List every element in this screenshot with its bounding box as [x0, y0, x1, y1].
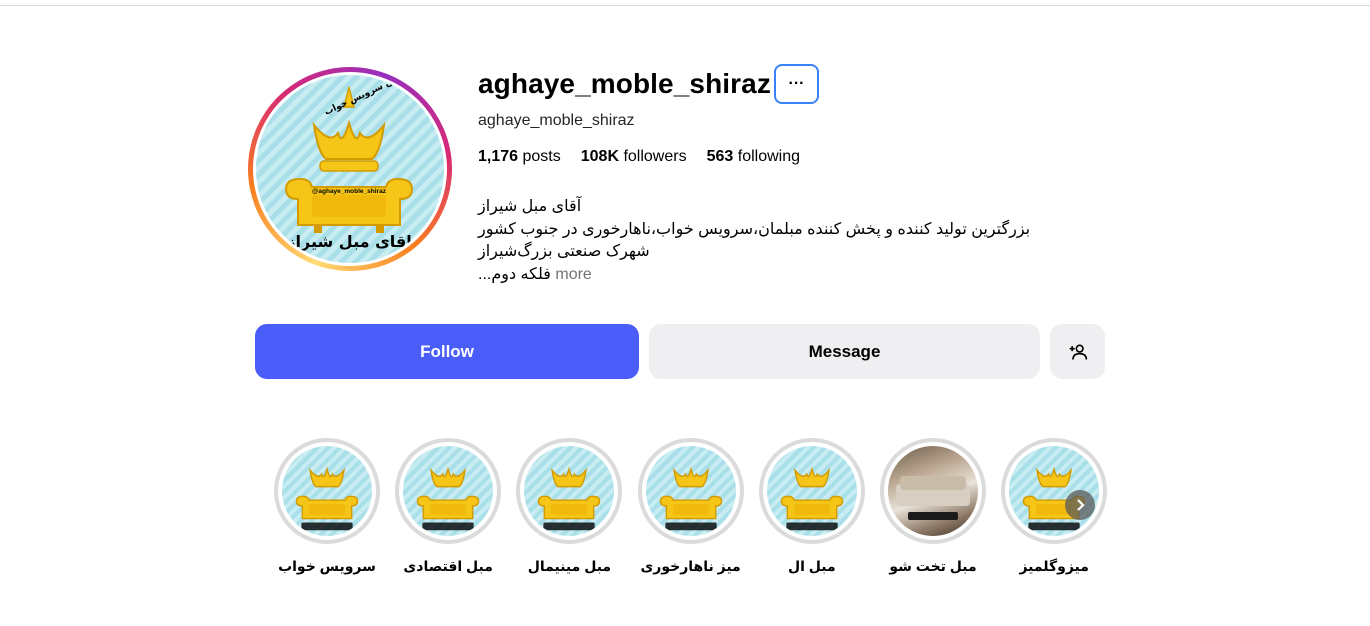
profile-avatar[interactable]: @aghaye_moble_shiraz انواع مبلمان سرویس …	[248, 67, 452, 271]
profile-username: aghaye_moble_shiraz	[478, 68, 771, 99]
bio-line-last: فلکه دوم... more	[478, 265, 592, 283]
highlight-ring	[758, 438, 865, 544]
bio-line: شهرک صنعتی بزرگ‌شیراز	[478, 243, 650, 260]
highlight-logo	[282, 446, 372, 536]
highlight-ring	[880, 438, 986, 544]
highlights-next-button[interactable]	[1065, 490, 1095, 520]
highlight-ring	[1001, 438, 1108, 544]
posts-stat[interactable]: 1,176 posts	[478, 148, 561, 166]
top-divider	[0, 5, 1370, 6]
highlight-item[interactable]: مبل اقتصادی	[394, 438, 502, 575]
profile-handle: aghaye_moble_shiraz	[478, 112, 635, 129]
options-button[interactable]: ···	[774, 64, 819, 104]
svg-text:انواع مبلمان سرویس خواب: انواع مبلمان سرویس خواب	[323, 75, 437, 118]
following-stat[interactable]: 563 following	[707, 148, 800, 166]
highlight-label: مبل اقتصادی	[403, 558, 493, 574]
highlight-item[interactable]: سرویس خواب	[273, 438, 381, 575]
highlight-logo	[524, 446, 615, 536]
profile-stats: 1,176 posts 108K followers 563 following	[478, 148, 800, 166]
highlight-ring	[516, 438, 623, 544]
highlight-logo	[766, 446, 857, 536]
suggest-users-button[interactable]	[1050, 324, 1105, 379]
bio-line: بزرگترین تولید کننده و پخش کننده مبلمان،…	[478, 220, 1031, 238]
bio-more-link[interactable]: more	[555, 266, 591, 283]
highlight-logo	[403, 446, 494, 536]
highlight-ring	[274, 438, 380, 544]
highlight-label: سرویس خواب	[278, 558, 376, 574]
highlight-item[interactable]: مبل تخت شو	[879, 438, 987, 575]
highlight-label: میز ناهارخوری	[640, 558, 741, 574]
avatar-logo: @aghaye_moble_shiraz انواع مبلمان سرویس …	[256, 75, 444, 263]
highlight-photo	[888, 446, 978, 536]
highlight-item[interactable]: مبل مینیمال	[515, 438, 623, 575]
followers-stat[interactable]: 108K followers	[581, 148, 687, 166]
highlight-label: مبل ال	[787, 558, 836, 574]
follow-button[interactable]: Follow	[255, 324, 639, 379]
add-user-icon	[1069, 344, 1087, 360]
chevron-right-icon	[1077, 499, 1085, 511]
sofa-crown-logo: @aghaye_moble_shiraz انواع مبلمان سرویس …	[284, 75, 437, 251]
highlight-item[interactable]: مبل ال	[758, 438, 866, 575]
highlight-ring	[395, 438, 502, 544]
highlight-logo	[645, 446, 736, 536]
highlight-label: میزوگلمیز	[1019, 558, 1089, 574]
bio-line: آقای مبل شیراز	[478, 198, 582, 215]
svg-text:@aghaye_moble_shiraz: @aghaye_moble_shiraz	[312, 188, 387, 195]
highlight-item[interactable]: میز ناهارخوری	[637, 438, 745, 575]
highlight-label: مبل تخت شو	[889, 558, 977, 574]
profile-bio: آقای مبل شیراز بزرگترین تولید کننده و پخ…	[478, 196, 1078, 286]
highlight-label: مبل مینیمال	[527, 558, 612, 574]
message-button[interactable]: Message	[649, 324, 1040, 379]
svg-text:اقای مبل شیراز: اقای مبل شیراز	[285, 232, 411, 251]
highlight-ring	[637, 438, 744, 544]
